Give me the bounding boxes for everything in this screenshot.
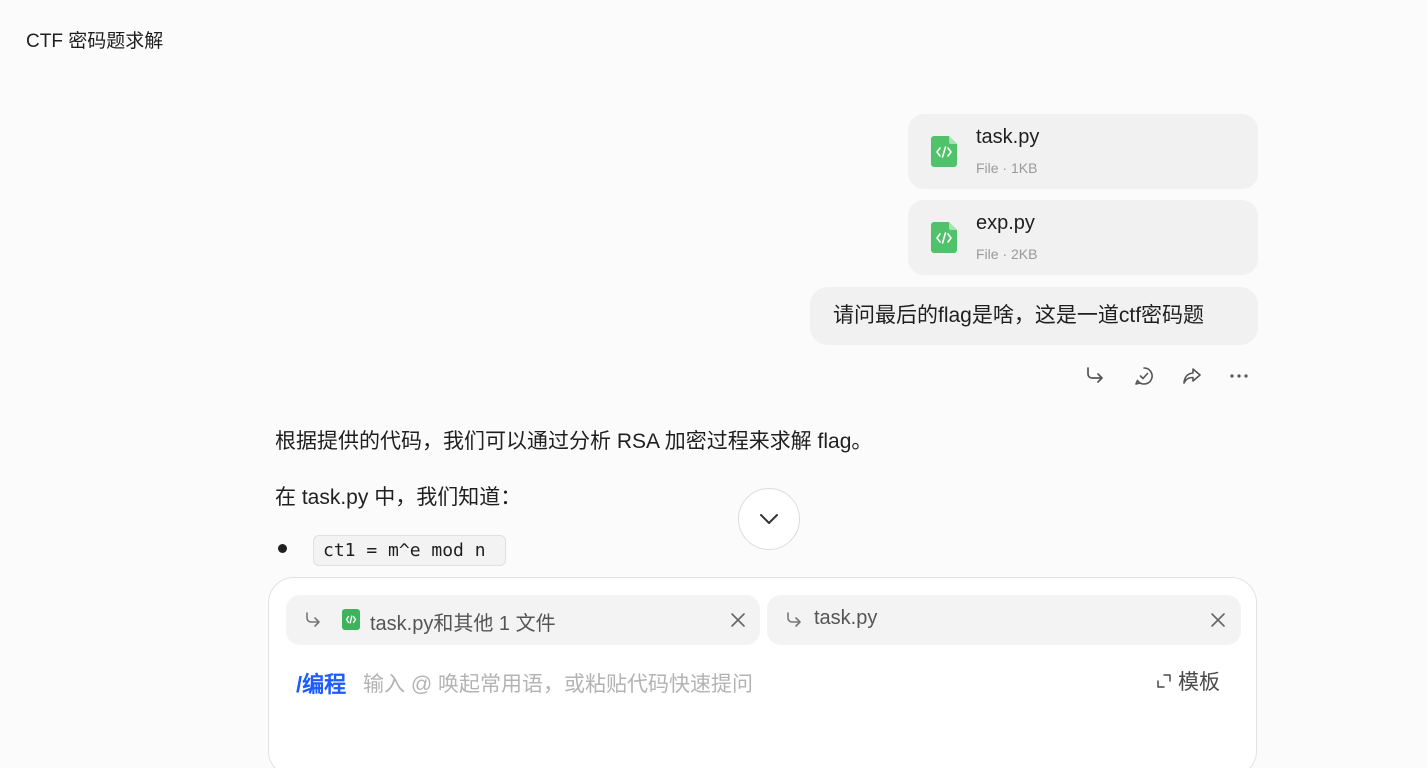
- quote-reply-icon: [1087, 367, 1103, 383]
- message-composer: task.py和其他 1 文件 task.py /编程 输入 @ 唤起常用语，或…: [268, 577, 1257, 768]
- reply-paragraph: 根据提供的代码，我们可以通过分析 RSA 加密过程来求解 flag。: [275, 430, 873, 453]
- attachment-name: exp.py: [976, 212, 1035, 234]
- reply-paragraph: 在 task.py 中，我们知道：: [275, 486, 522, 509]
- attachment-meta: File · 2KB: [976, 246, 1038, 262]
- reference-chip-files[interactable]: task.py和其他 1 文件: [286, 595, 760, 645]
- scroll-to-bottom-button[interactable]: [738, 488, 800, 550]
- template-label: 模板: [1178, 671, 1220, 694]
- code-file-icon: [342, 609, 360, 630]
- share-button[interactable]: [1178, 361, 1206, 391]
- attachment-meta: File · 1KB: [976, 160, 1038, 176]
- prompt-input[interactable]: 输入 @ 唤起常用语，或粘贴代码快速提问: [363, 668, 753, 698]
- check-circle-icon: [1135, 367, 1153, 385]
- chat-page: CTF 密码题求解 task.py File · 1KB exp.py File…: [0, 0, 1427, 768]
- mode-tag-coding[interactable]: /编程: [296, 667, 346, 699]
- code-file-icon: [931, 136, 957, 167]
- conversation-title: CTF 密码题求解: [26, 31, 164, 52]
- close-icon[interactable]: [1208, 610, 1228, 630]
- chevron-down-icon: [760, 514, 778, 524]
- more-options-button[interactable]: [1225, 361, 1253, 391]
- code-file-icon: [931, 222, 957, 253]
- user-message-bubble: 请问最后的flag是啥，这是一道ctf密码题: [810, 287, 1258, 345]
- attachment-name: task.py: [976, 126, 1040, 148]
- attachment-card-exp[interactable]: exp.py File · 2KB: [908, 200, 1258, 275]
- inline-code: ct1 = m^e mod n: [313, 535, 506, 566]
- attachment-card-task[interactable]: task.py File · 1KB: [908, 114, 1258, 189]
- close-icon[interactable]: [728, 610, 748, 630]
- expand-icon: [1157, 674, 1171, 688]
- reference-label: task.py和其他 1 文件: [370, 613, 556, 635]
- more-icon: [1230, 374, 1248, 378]
- template-button[interactable]: 模板: [1156, 667, 1220, 695]
- share-icon: [1183, 368, 1201, 384]
- bullet-dot: [278, 544, 287, 553]
- reference-chip-task[interactable]: task.py: [767, 595, 1241, 645]
- reference-arrow-icon: [787, 612, 801, 627]
- quote-reply-button[interactable]: [1081, 361, 1109, 391]
- mark-button[interactable]: [1130, 361, 1158, 391]
- reference-label: task.py: [814, 607, 878, 629]
- reference-arrow-icon: [306, 612, 320, 627]
